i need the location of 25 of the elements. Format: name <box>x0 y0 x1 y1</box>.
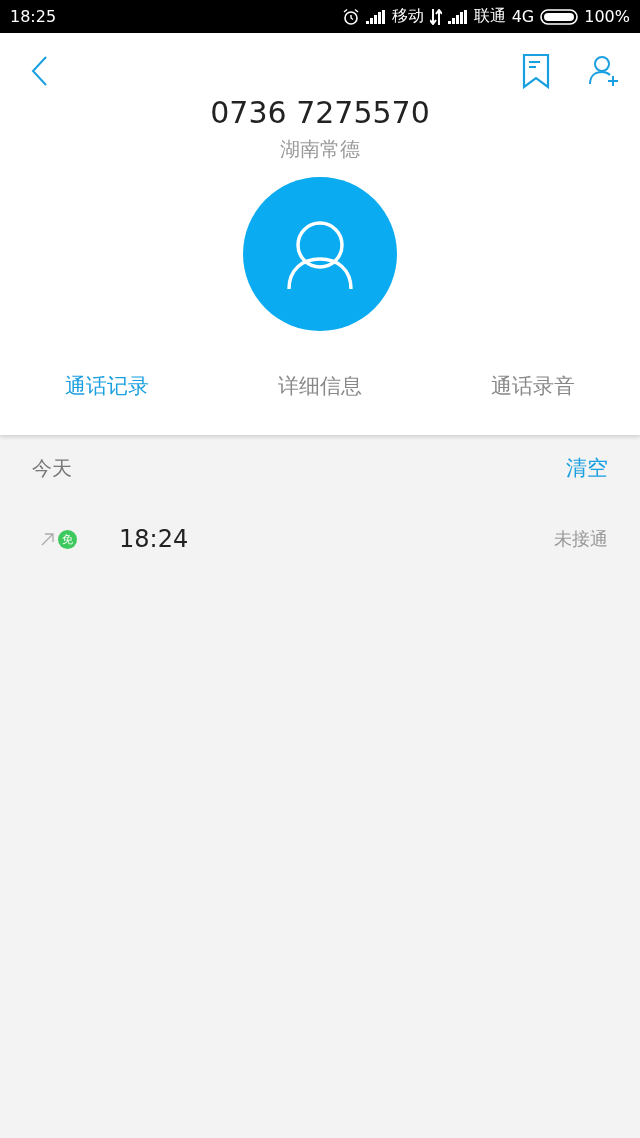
battery-icon <box>540 8 579 25</box>
signal-icon <box>447 9 468 24</box>
status-time: 18:25 <box>10 7 57 26</box>
tab[interactable]: 通话录音 <box>426 353 640 435</box>
location-label: 湖南常德 <box>280 136 360 163</box>
clear-button[interactable]: 清空 <box>566 454 608 482</box>
alarm-icon <box>341 7 360 26</box>
battery-percent: 100% <box>584 7 630 26</box>
carrier-name: 联通 <box>473 6 506 27</box>
bookmark-button[interactable] <box>522 53 550 89</box>
back-button[interactable] <box>30 55 48 87</box>
tab[interactable]: 详细信息 <box>213 353 427 435</box>
network-type: 4G <box>511 7 535 26</box>
day-header: 今天 <box>32 454 72 482</box>
avatar-icon <box>243 177 397 331</box>
tab[interactable]: 通话记录 <box>0 353 214 435</box>
outgoing-arrow-icon <box>41 532 54 546</box>
free-call-badge: 免 <box>58 529 77 549</box>
call-time: 18:24 <box>119 525 189 553</box>
carrier-name: 移动 <box>391 6 424 27</box>
phone-number: 0736 7275570 <box>210 95 430 130</box>
call-status: 未接通 <box>554 527 608 551</box>
data-arrows-icon <box>429 8 442 25</box>
signal-icon <box>365 9 386 24</box>
add-contact-button[interactable] <box>588 54 620 88</box>
